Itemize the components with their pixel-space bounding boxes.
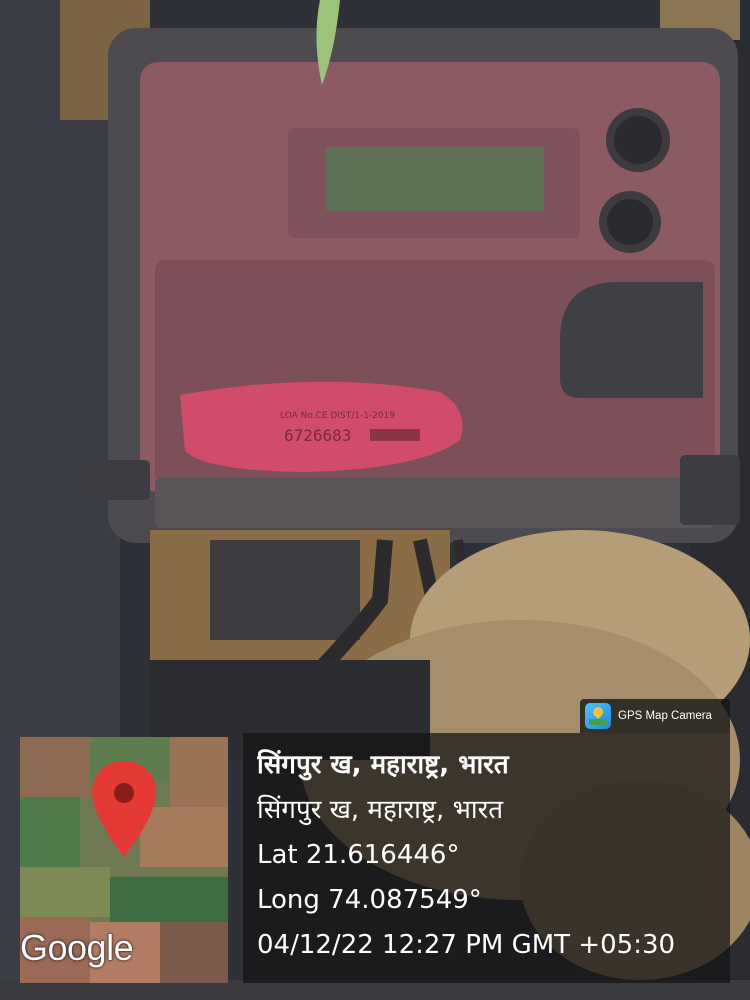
longitude-text: Long 74.087549°: [257, 885, 482, 915]
google-attribution: Google: [20, 927, 134, 968]
latitude-text: Lat 21.616446°: [257, 840, 460, 870]
gps-map-camera-badge: GPS Map Camera: [580, 699, 730, 733]
location-title: सिंगपुर ख, महाराष्ट्र, भारत: [257, 750, 509, 780]
app-name: GPS Map Camera: [618, 710, 712, 722]
satellite-map-thumbnail: Google: [20, 737, 228, 983]
svg-text:6726683: 6726683: [284, 426, 351, 445]
map-pin-app-icon: [585, 703, 611, 729]
svg-text:LOA No.CE DIST/1-1-2019: LOA No.CE DIST/1-1-2019: [280, 411, 395, 421]
address-line: सिंगपुर ख, महाराष्ट्र, भारत: [257, 795, 504, 825]
location-info-panel: सिंगपुर ख, महाराष्ट्र, भारत सिंगपुर ख, म…: [243, 733, 730, 983]
timestamp-text: 04/12/22 12:27 PM GMT +05:30: [257, 930, 676, 960]
